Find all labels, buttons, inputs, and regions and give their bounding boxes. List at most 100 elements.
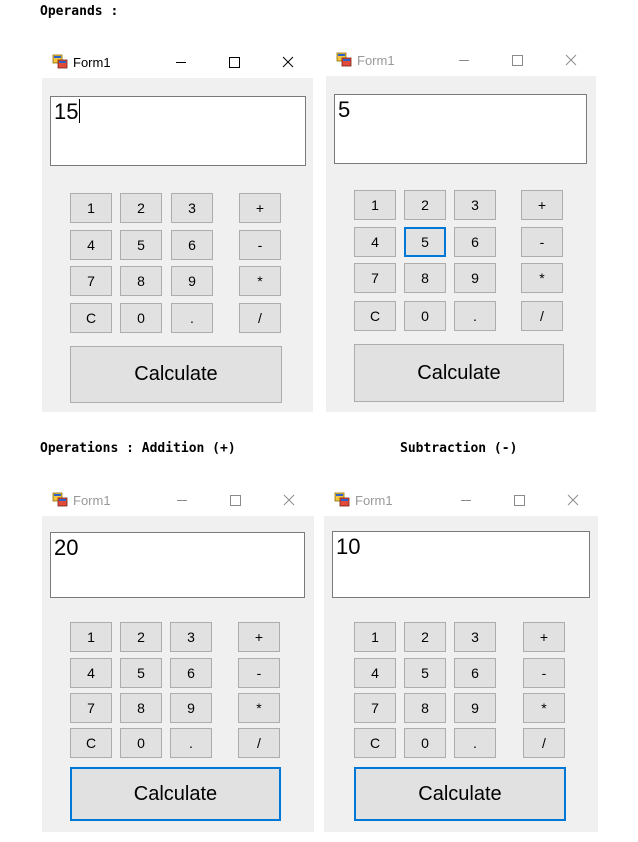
key-4-button[interactable]: 4 <box>70 230 112 260</box>
key-3-button[interactable]: 3 <box>170 622 212 652</box>
key-multiply-button[interactable]: * <box>239 266 281 296</box>
key-1-button[interactable]: 1 <box>354 622 396 652</box>
key-3-button[interactable]: 3 <box>454 190 496 220</box>
maximize-icon[interactable] <box>225 490 245 510</box>
close-icon[interactable] <box>279 490 299 510</box>
key-decimal-button[interactable]: . <box>170 728 212 758</box>
key-minus-button[interactable]: - <box>521 227 563 257</box>
key-7-button[interactable]: 7 <box>354 263 396 293</box>
key-minus-button[interactable]: - <box>238 658 280 688</box>
key-1-button[interactable]: 1 <box>354 190 396 220</box>
calculate-button[interactable]: Calculate <box>354 767 566 821</box>
close-icon[interactable] <box>561 50 581 70</box>
key-4-button[interactable]: 4 <box>354 658 396 688</box>
key-0-button[interactable]: 0 <box>120 728 162 758</box>
key-6-button[interactable]: 6 <box>454 227 496 257</box>
key-2-button[interactable]: 2 <box>120 193 162 223</box>
key-2-button[interactable]: 2 <box>404 190 446 220</box>
key-clear-button[interactable]: C <box>70 303 112 333</box>
display-textbox[interactable]: 15 <box>50 96 306 166</box>
key-6-button[interactable]: 6 <box>454 658 496 688</box>
key-0-button[interactable]: 0 <box>404 301 446 331</box>
title-bar[interactable]: Form1 <box>324 484 598 516</box>
key-0-button[interactable]: 0 <box>404 728 446 758</box>
form-window: Form1 10 1 2 3 +4 5 6- 7 8 9 * C 0. / Calculate <box>324 484 598 832</box>
display-value: 10 <box>336 534 361 559</box>
key-3-button[interactable]: 3 <box>171 193 213 223</box>
key-clear-button[interactable]: C <box>354 301 396 331</box>
calculate-button[interactable]: Calculate <box>354 344 564 402</box>
key-8-button[interactable]: 8 <box>120 693 162 723</box>
key-5-button[interactable]: 5 <box>120 658 162 688</box>
window-title: Form1 <box>73 493 111 508</box>
key-9-button[interactable]: 9 <box>454 263 496 293</box>
key-decimal-button[interactable]: . <box>454 728 496 758</box>
key-9-button[interactable]: 9 <box>171 266 213 296</box>
key-divide-button[interactable]: / <box>521 301 563 331</box>
key-2-button[interactable]: 2 <box>404 622 446 652</box>
minimize-icon[interactable] <box>171 52 191 72</box>
app-icon <box>52 492 68 508</box>
calculate-button[interactable]: Calculate <box>70 346 282 403</box>
key-9-button[interactable]: 9 <box>454 693 496 723</box>
key-2-button[interactable]: 2 <box>120 622 162 652</box>
key-5-button[interactable]: 5 <box>120 230 162 260</box>
key-8-button[interactable]: 8 <box>404 693 446 723</box>
key-divide-button[interactable]: / <box>239 303 281 333</box>
key-clear-button[interactable]: C <box>354 728 396 758</box>
key-7-button[interactable]: 7 <box>70 693 112 723</box>
minimize-icon[interactable] <box>172 490 192 510</box>
key-decimal-button[interactable]: . <box>171 303 213 333</box>
key-7-button[interactable]: 7 <box>354 693 396 723</box>
key-minus-button[interactable]: - <box>523 658 565 688</box>
key-divide-button[interactable]: / <box>523 728 565 758</box>
key-plus-button[interactable]: + <box>523 622 565 652</box>
calculate-button[interactable]: Calculate <box>70 767 281 821</box>
key-decimal-button[interactable]: . <box>454 301 496 331</box>
key-multiply-button[interactable]: * <box>521 263 563 293</box>
title-bar[interactable]: Form1 <box>42 46 313 78</box>
title-bar[interactable]: Form1 <box>42 484 314 516</box>
caption-operands: Operands : <box>40 4 119 19</box>
app-icon <box>52 54 68 70</box>
key-4-button[interactable]: 4 <box>70 658 112 688</box>
form-client-area: 5 1 2 3 +4 5 6-7 8 9 * C 0. / Calculate <box>326 76 596 412</box>
maximize-icon[interactable] <box>224 52 244 72</box>
title-bar[interactable]: Form1 <box>326 44 596 76</box>
display-textbox[interactable]: 5 <box>334 94 587 164</box>
key-multiply-button[interactable]: * <box>523 693 565 723</box>
key-6-button[interactable]: 6 <box>170 658 212 688</box>
key-8-button[interactable]: 8 <box>120 266 162 296</box>
key-minus-button[interactable]: - <box>239 230 281 260</box>
minimize-icon[interactable] <box>454 50 474 70</box>
close-icon[interactable] <box>563 490 583 510</box>
display-value: 15 <box>54 99 79 124</box>
display-textbox[interactable]: 20 <box>50 532 305 598</box>
key-4-button[interactable]: 4 <box>354 227 396 257</box>
key-clear-button[interactable]: C <box>70 728 112 758</box>
key-7-button[interactable]: 7 <box>70 266 112 296</box>
close-icon[interactable] <box>278 52 298 72</box>
key-9-button[interactable]: 9 <box>170 693 212 723</box>
key-6-button[interactable]: 6 <box>171 230 213 260</box>
key-multiply-button[interactable]: * <box>238 693 280 723</box>
app-icon <box>334 492 350 508</box>
maximize-icon[interactable] <box>507 50 527 70</box>
window-title: Form1 <box>73 55 111 70</box>
key-plus-button[interactable]: + <box>239 193 281 223</box>
key-5-button[interactable]: 5 <box>404 227 446 257</box>
minimize-icon[interactable] <box>456 490 476 510</box>
key-plus-button[interactable]: + <box>238 622 280 652</box>
key-8-button[interactable]: 8 <box>404 263 446 293</box>
display-value: 20 <box>54 535 79 560</box>
key-divide-button[interactable]: / <box>238 728 280 758</box>
key-0-button[interactable]: 0 <box>120 303 162 333</box>
key-3-button[interactable]: 3 <box>454 622 496 652</box>
caption-operations-addition: Operations : Addition (+) <box>40 441 236 456</box>
key-5-button[interactable]: 5 <box>404 658 446 688</box>
key-1-button[interactable]: 1 <box>70 622 112 652</box>
key-plus-button[interactable]: + <box>521 190 563 220</box>
maximize-icon[interactable] <box>509 490 529 510</box>
display-textbox[interactable]: 10 <box>332 531 590 598</box>
key-1-button[interactable]: 1 <box>70 193 112 223</box>
